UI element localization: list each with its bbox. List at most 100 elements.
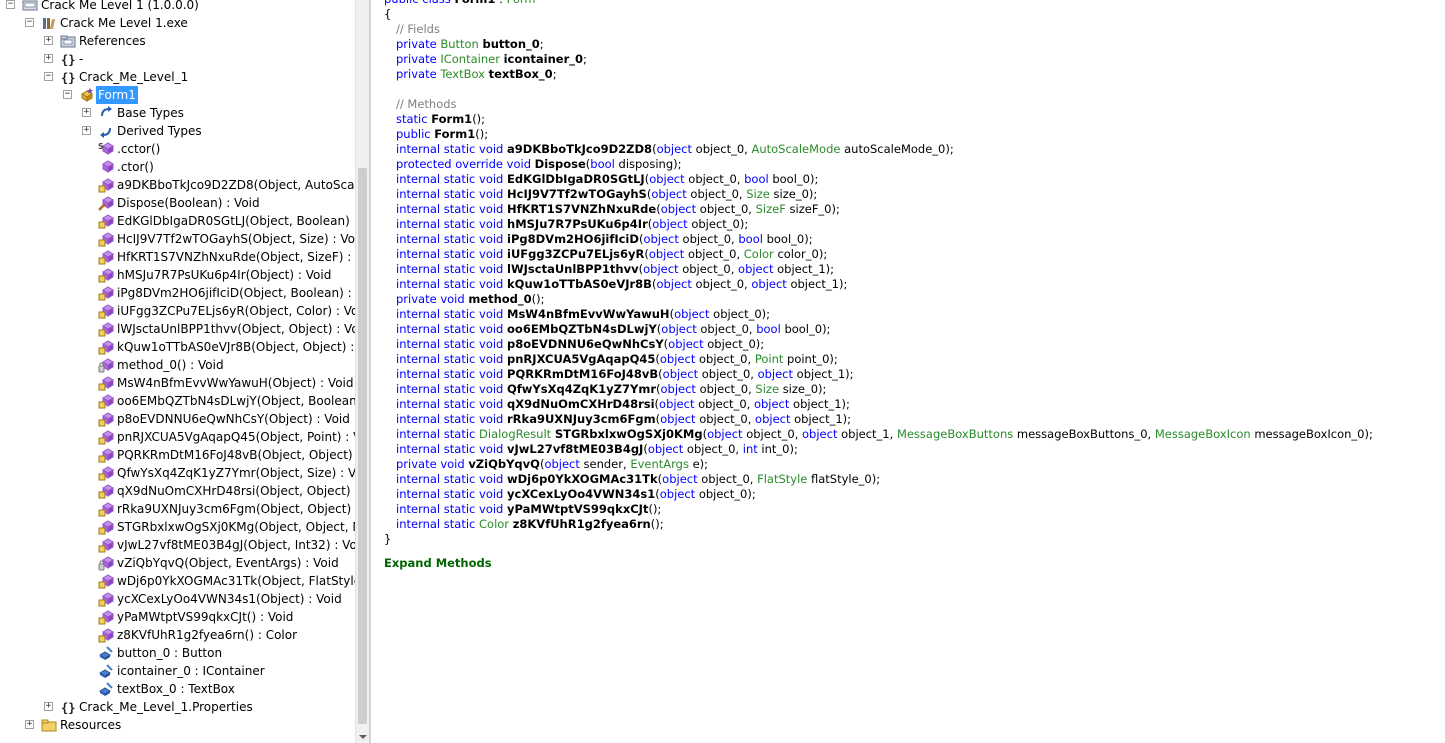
type-name[interactable]: TextBox <box>440 67 488 81</box>
expand-icon[interactable]: + <box>82 126 91 135</box>
type-name[interactable]: AutoScaleMode <box>751 142 844 156</box>
member-name[interactable]: hMSJu7R7PsUKu6p4Ir <box>507 217 648 231</box>
scrollbar-thumb[interactable] <box>358 168 367 724</box>
type-name[interactable]: Form <box>507 0 536 6</box>
internal-method-icon <box>98 465 114 481</box>
tree-item-label: z8KVfUhR1g2fyea6rn() : Color <box>117 628 298 642</box>
member-name[interactable]: PQRKRmDtM16FoJ48vB <box>507 367 658 381</box>
type-name[interactable]: Color <box>744 247 778 261</box>
keyword: internal static void <box>396 487 508 501</box>
member-name[interactable]: kQuw1oTTbAS0eVJr8B <box>507 277 652 291</box>
code-text: object_0, <box>701 472 758 486</box>
type-name[interactable]: IContainer <box>440 52 503 66</box>
type-name[interactable]: Button <box>440 37 482 51</box>
member-name[interactable]: qX9dNuOmCXHrD48rsi <box>507 397 655 411</box>
member-name[interactable]: a9DKBboTkJco9D2ZD8 <box>507 142 652 156</box>
member-name[interactable]: ycXCexLyOo4VWN34s1 <box>507 487 655 501</box>
member-name[interactable]: p8oEVDNNU6eQwNhCsY <box>507 337 664 351</box>
type-name[interactable]: DialogResult <box>479 427 555 441</box>
tree-item-label: yPaMWtptVS99qkxCJt() : Void <box>117 610 294 624</box>
member-name[interactable]: wDj6p0YkXOGMAc31Tk <box>507 472 658 486</box>
keyword: bool <box>738 232 767 246</box>
member-name[interactable]: Form1 <box>431 112 472 126</box>
member-name[interactable]: z8KVfUhR1g2fyea6rn <box>513 517 651 531</box>
code-line: protected override void Dispose(bool dis… <box>396 157 681 172</box>
internal-method-icon <box>98 249 114 265</box>
expand-icon[interactable]: + <box>82 108 91 117</box>
collapse-icon[interactable]: − <box>6 0 15 9</box>
member-name[interactable]: Form1 <box>454 0 495 6</box>
code-text: (); <box>472 112 486 126</box>
private-method-icon <box>98 357 114 373</box>
collapse-icon[interactable]: − <box>44 72 53 81</box>
type-name[interactable]: Color <box>479 517 513 531</box>
keyword: object <box>659 352 699 366</box>
tree-item-label: method_0() : Void <box>117 358 224 372</box>
member-name[interactable]: yPaMWtptVS99qkxCJt <box>507 502 648 516</box>
type-name[interactable]: Size <box>755 382 782 396</box>
internal-method-icon <box>98 519 114 535</box>
type-name[interactable]: SizeF <box>756 202 790 216</box>
member-name[interactable]: vJwL27vf8tME03B4gJ <box>507 442 643 456</box>
derived-types-icon <box>98 123 114 139</box>
type-name[interactable]: Size <box>746 187 773 201</box>
keyword: object <box>660 382 700 396</box>
member-name[interactable]: STGRbxlxwOgSXj0KMg <box>555 427 703 441</box>
member-name[interactable]: icontainer_0 <box>504 52 583 66</box>
code-line: internal static void wDj6p0YkXOGMAc31Tk(… <box>396 472 880 487</box>
type-name[interactable]: MessageBoxIcon <box>1155 427 1254 441</box>
panel-splitter[interactable] <box>369 0 371 743</box>
expand-icon[interactable]: + <box>44 36 53 45</box>
type-name[interactable]: Point <box>755 352 787 366</box>
member-name[interactable]: rRka9UXNJuy3cm6Fgm <box>507 412 656 426</box>
keyword: object <box>660 412 700 426</box>
expand-icon[interactable]: + <box>25 720 34 729</box>
member-name[interactable]: HcIJ9V7Tf2wTOGayhS <box>507 187 647 201</box>
member-name[interactable]: oo6EMbQZTbN4sDLwjY <box>507 322 657 336</box>
code-text: object_0, <box>699 382 756 396</box>
member-name[interactable]: Dispose <box>535 157 586 171</box>
assembly-icon <box>22 0 38 13</box>
expand-methods-link[interactable]: Expand Methods <box>384 556 492 571</box>
member-name[interactable]: lWJsctaUnlBPP1thvv <box>507 262 639 276</box>
member-name[interactable]: Form1 <box>434 127 475 141</box>
code-line: private Button button_0; <box>396 37 544 52</box>
static-method-icon: S <box>98 141 114 157</box>
tree-scrollbar[interactable] <box>355 0 370 743</box>
code-text: object_0); <box>698 487 756 501</box>
code-text: sizeF_0); <box>789 202 840 216</box>
type-name[interactable]: FlatStyle <box>757 472 811 486</box>
keyword: internal static void <box>396 187 508 201</box>
member-name[interactable]: HfKRT1S7VNZhNxuRde <box>507 202 656 216</box>
keyword: object <box>753 397 794 411</box>
scroll-down-arrow-icon[interactable] <box>359 735 367 739</box>
member-name[interactable]: vZiQbYqvQ <box>468 457 540 471</box>
member-name[interactable]: QfwYsXq4ZqK1yZ7Ymr <box>507 382 656 396</box>
keyword: object <box>802 427 842 441</box>
collapse-icon[interactable]: − <box>25 18 34 27</box>
tree-item-label: MsW4nBfmEvvWwYawuH(Object) : Void <box>117 376 354 390</box>
tree-item-label: .ctor() <box>117 160 154 174</box>
member-name[interactable]: MsW4nBfmEvvWwYawuH <box>507 307 670 321</box>
expand-icon[interactable]: + <box>44 54 53 63</box>
namespace-icon: {} <box>60 69 76 85</box>
member-name[interactable]: button_0 <box>483 37 540 51</box>
keyword: internal static void <box>396 337 508 351</box>
code-line: // Fields <box>396 22 440 37</box>
collapse-icon[interactable]: − <box>63 90 72 99</box>
code-text: object_0, <box>698 397 754 411</box>
member-name[interactable]: pnRJXCUA5VgAqapQ45 <box>507 352 655 366</box>
code-text: object_0, <box>687 247 744 261</box>
type-name[interactable]: MessageBoxButtons <box>897 427 1017 441</box>
member-name[interactable]: method_0 <box>468 292 531 306</box>
tree-item-label: HcIJ9V7Tf2wTOGayhS(Object, Size) : Void <box>117 232 355 246</box>
member-name[interactable]: iUFgg3ZCPu7ELjs6yR <box>507 247 644 261</box>
expand-icon[interactable]: + <box>44 702 53 711</box>
member-name[interactable]: textBox_0 <box>489 67 553 81</box>
assembly-tree[interactable]: − Crack Me Level 1 (1.0.0.0) − Crack Me Lev… <box>0 0 355 743</box>
type-name[interactable]: EventArgs <box>630 457 692 471</box>
keyword: private <box>396 52 441 66</box>
member-name[interactable]: iPg8DVm2HO6jifIciD <box>507 232 639 246</box>
member-name[interactable]: EdKGlDbIgaDR0SGtLJ <box>507 172 645 186</box>
code-line: internal static void yPaMWtptVS99qkxCJt(… <box>396 502 661 517</box>
